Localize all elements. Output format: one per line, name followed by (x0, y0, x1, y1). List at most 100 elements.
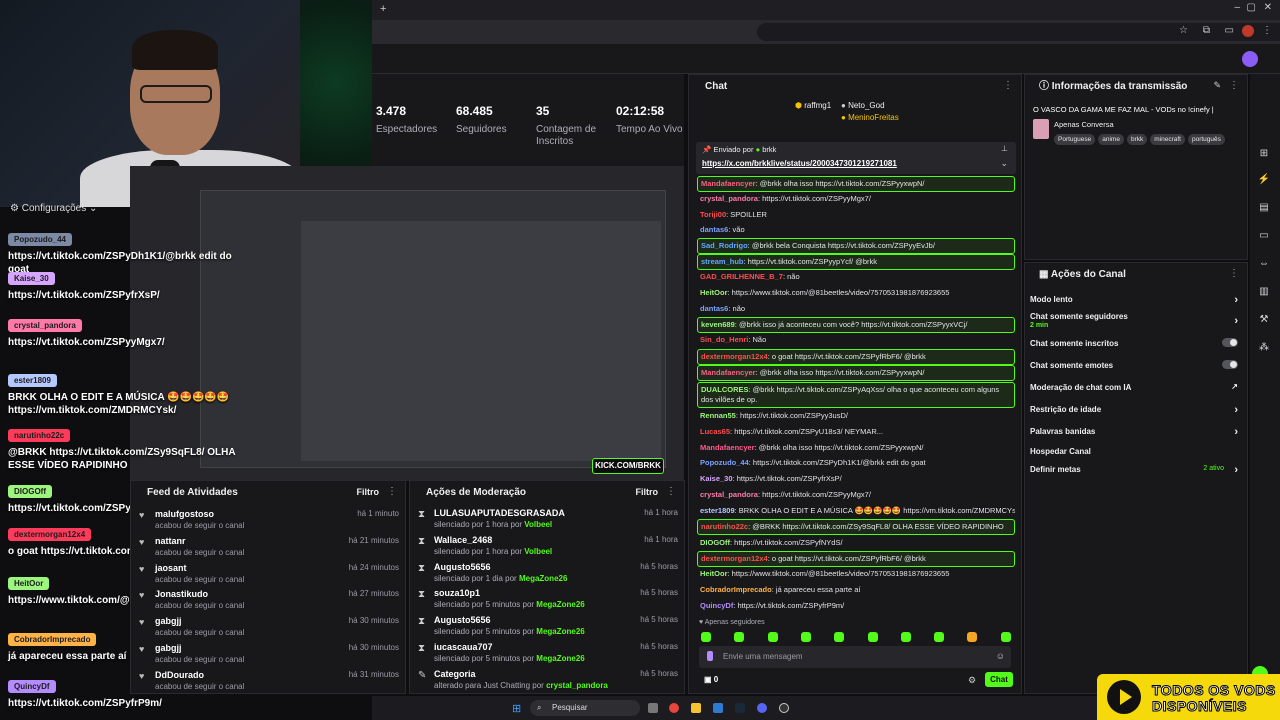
chat-username[interactable]: dantas6 (700, 304, 728, 313)
chat-message[interactable]: HeitOor: https://www.tiktok.com/@81beetl… (697, 286, 1015, 300)
obs-icon[interactable] (779, 703, 789, 713)
emote-icon[interactable] (701, 632, 711, 642)
chat-message-input[interactable]: Envie uma mensagem ☺ (699, 646, 1011, 668)
layout-icon[interactable]: ▥ (1257, 286, 1271, 300)
moderation-row[interactable]: ⧗ souza10p1 silenciado por 5 minutos por M… (418, 587, 680, 614)
vscode-icon[interactable] (713, 703, 723, 713)
send-chat-button[interactable]: Chat (985, 672, 1013, 687)
chat-message[interactable]: keven689: @brkk isso já aconteceu com vo… (697, 317, 1015, 333)
chat-message[interactable]: dextermorgan12x4: o goat https://vt.tikt… (697, 349, 1015, 365)
chat-message[interactable]: ester1809: BRKK OLHA O EDIT E A MÚSICA 🤩… (697, 504, 1015, 518)
bolt-icon[interactable]: ⚡ (1257, 174, 1271, 188)
chat-message[interactable]: Kaise_30: https://vt.tiktok.com/ZSPyfrXs… (697, 472, 1015, 486)
profile-avatar-icon[interactable] (1242, 25, 1254, 37)
feed-row[interactable]: ♥ DdDourado acabou de seguir o canal há 31 … (139, 668, 401, 695)
chat-message[interactable]: Mandafaencyer: @brkk olha isso https://v… (697, 365, 1015, 381)
edit-icon[interactable]: ✎ (1213, 80, 1221, 91)
chevron-right-icon[interactable]: › (1234, 404, 1238, 416)
chat-username[interactable]: Sin_do_Henri (700, 335, 748, 344)
channel-action-row[interactable]: Modo lento › (1030, 294, 1242, 306)
tag-chip[interactable]: minecraft (1150, 134, 1185, 145)
chat-username[interactable]: Sad_Rodrigo (701, 241, 748, 250)
address-input[interactable] (757, 23, 1280, 41)
tag-chip[interactable]: Portuguese (1054, 134, 1096, 145)
chat-message[interactable]: Rennan55: https://vt.tiktok.com/ZSPyy3us… (697, 409, 1015, 423)
channel-action-row[interactable]: Chat somente seguidores 2 min › (1030, 312, 1242, 329)
feed-row[interactable]: ♥ nattanr acabou de seguir o canal há 21 mi… (139, 534, 401, 561)
chat-username[interactable]: keven689 (701, 320, 735, 329)
discord-icon[interactable] (757, 703, 767, 713)
moderation-row[interactable]: ⧗ Augusto5656 silenciado por 5 minutos por… (418, 614, 680, 641)
more-options-icon[interactable]: ⋮ (1003, 80, 1013, 91)
user-avatar[interactable] (1242, 51, 1258, 67)
chat-settings-icon[interactable]: ⚙ (968, 675, 976, 686)
chat-message[interactable]: CobradorImprecado: já apareceu essa part… (697, 583, 1015, 597)
chat-username[interactable]: stream_hub (701, 257, 744, 266)
chat-message[interactable]: narutinho22c: @BRKK https://vt.tiktok.co… (697, 519, 1015, 535)
category-thumbnail[interactable] (1033, 119, 1049, 139)
channel-action-row[interactable]: Hospedar Canal (1030, 447, 1242, 456)
channel-action-row[interactable]: Definir metas › 2 ativo (1030, 464, 1242, 476)
moderation-row[interactable]: ⧗ Augusto5656 silenciado por 1 dia por Meg… (418, 561, 680, 588)
chat-message[interactable]: GAD_GRILHENNE_B_7: não (697, 270, 1015, 284)
extensions-icon[interactable]: ⧉ (1203, 25, 1210, 36)
filter-button[interactable]: Filtro (636, 487, 659, 497)
feed-row[interactable]: ♥ gabgjj acabou de seguir o canal há 30 min… (139, 641, 401, 668)
sidepanel-icon[interactable]: ▭ (1225, 25, 1234, 36)
wrench-icon[interactable]: ⚒ (1257, 314, 1271, 328)
emote-icon[interactable] (767, 632, 778, 642)
emote-icon[interactable] (834, 632, 845, 642)
emote-icon[interactable] (867, 632, 878, 642)
collapse-chevron-icon[interactable]: ⌄ (1000, 158, 1008, 169)
chat-message[interactable]: Sin_do_Henri: Não (697, 333, 1015, 347)
chat-message[interactable]: dantas6: não (697, 302, 1015, 316)
filter-button[interactable]: Filtro (357, 487, 380, 497)
chat-username[interactable]: GAD_GRILHENNE_B_7 (700, 272, 783, 281)
taskbar-search[interactable]: ⌕ Pesquisar (530, 700, 640, 716)
feed-row[interactable]: ♥ gabgjj acabou de seguir o canal há 30 min… (139, 614, 401, 641)
emote-icon[interactable] (900, 632, 911, 642)
channel-action-row[interactable]: Moderação de chat com IA ↗ (1030, 382, 1242, 392)
emote-picker-icon[interactable]: ☺ (996, 651, 1005, 661)
tag-chip[interactable]: anime (1098, 134, 1124, 145)
chat-username[interactable]: narutinho22c (701, 522, 748, 531)
chat-message[interactable]: crystal_pandora: https://vt.tiktok.com/Z… (697, 488, 1015, 502)
chat-message[interactable]: crystal_pandora: https://vt.tiktok.com/Z… (697, 192, 1015, 206)
tag-chip[interactable]: brkk (1126, 134, 1148, 145)
emote-icon[interactable] (734, 632, 745, 642)
more-options-icon[interactable]: ⋮ (1229, 80, 1239, 91)
windows-start-icon[interactable]: ⊞ (512, 702, 521, 715)
pinned-link[interactable]: https://x.com/brkklive/status/2000347301… (702, 159, 897, 168)
chat-username[interactable]: crystal_pandora (700, 490, 758, 499)
chat-message[interactable]: stream_hub: https://vt.tiktok.com/ZSPyyp… (697, 254, 1015, 270)
chat-username[interactable]: QuincyDf (700, 601, 733, 610)
config-label[interactable]: ⚙ Configurações ⌄ (10, 203, 97, 214)
chevron-right-icon[interactable]: › (1234, 315, 1238, 327)
chat-message[interactable]: Mandafaencyer: @brkk olha isso https://v… (697, 176, 1015, 192)
taskview-icon[interactable] (648, 703, 658, 713)
chat-username[interactable]: DUALCORES (701, 385, 749, 394)
chat-username[interactable]: dextermorgan12x4 (701, 554, 768, 563)
chat-username[interactable]: Mandafaencyer (701, 368, 756, 377)
chat-username[interactable]: DIOGOff (700, 538, 730, 547)
chat-message[interactable]: Mandafaencyer: @brkk olha isso https://v… (697, 441, 1015, 455)
mod-icon[interactable]: ⊞ (1257, 148, 1271, 162)
moderation-row[interactable]: ✎ Categoria alterado para Just Chatting po… (418, 668, 680, 695)
maximize-icon[interactable]: ▢ (1247, 2, 1256, 13)
new-tab-icon[interactable]: + (380, 3, 386, 15)
chat-bubble-icon[interactable]: ▭ (1257, 230, 1271, 244)
chat-message[interactable]: QuincyDf: https://vt.tiktok.com/ZSPyfrP9… (697, 599, 1015, 613)
chat-username[interactable]: Popozudo_44 (700, 458, 749, 467)
channel-action-row[interactable]: Restrição de idade › (1030, 404, 1242, 416)
chat-message[interactable]: HeitOor: https://www.tiktok.com/@81beetl… (697, 567, 1015, 581)
moderation-row[interactable]: ⧗ Wallace_2468 silenciado por 1 hora por V… (418, 534, 680, 561)
channel-action-row[interactable]: Chat somente inscritos (1030, 338, 1242, 348)
more-options-icon[interactable]: ⋮ (666, 486, 676, 497)
toggle-switch[interactable] (1222, 360, 1238, 369)
channel-action-row[interactable]: Palavras banidas › (1030, 426, 1242, 438)
more-options-icon[interactable]: ⋮ (1229, 268, 1239, 279)
feed-row[interactable]: ♥ jaosant acabou de seguir o canal há 24 mi… (139, 561, 401, 588)
tag-chip[interactable]: português (1187, 134, 1225, 145)
chevron-right-icon[interactable]: › (1234, 294, 1238, 306)
emote-icon[interactable] (1000, 632, 1011, 642)
